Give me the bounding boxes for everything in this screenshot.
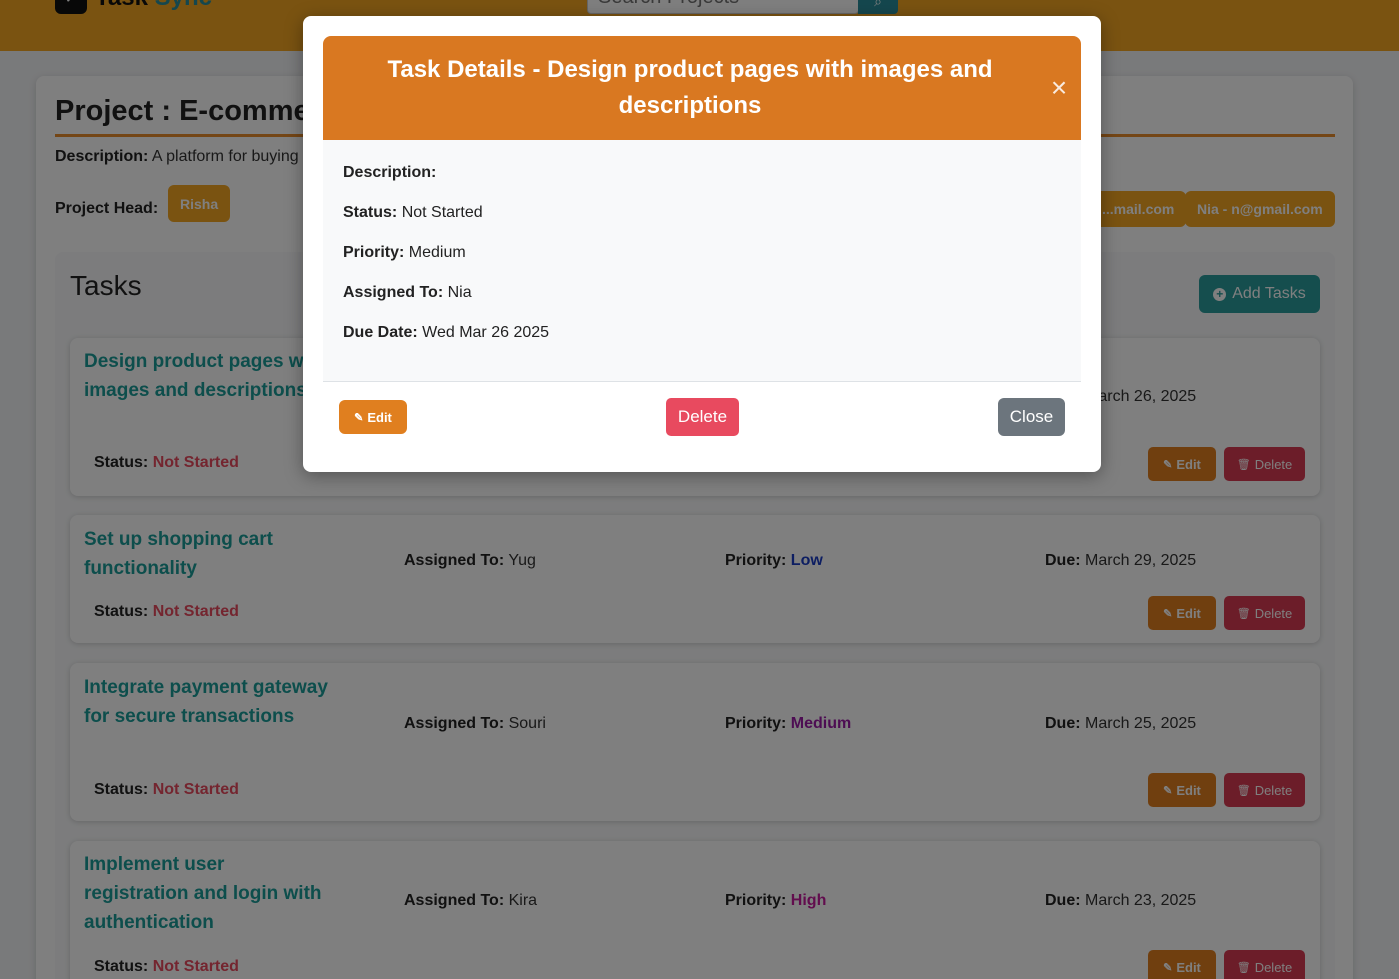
modal-title: Task Details - Design product pages with… — [387, 56, 993, 119]
modal-due-date: Due Date: Wed Mar 26 2025 — [343, 324, 550, 341]
close-icon[interactable]: × — [1045, 74, 1073, 102]
modal-description: Description: — [343, 164, 437, 181]
modal-footer-divider — [323, 381, 1081, 382]
modal-delete-button[interactable]: Delete — [666, 398, 739, 436]
edit-icon: ✎ — [354, 411, 364, 424]
modal-header: Task Details - Design product pages with… — [323, 36, 1081, 140]
modal-edit-button[interactable]: ✎ Edit — [339, 400, 407, 434]
modal-body: Description: Status: Not Started Priorit… — [323, 140, 1081, 381]
task-details-modal: Task Details - Design product pages with… — [303, 16, 1101, 472]
modal-close-button[interactable]: Close — [998, 398, 1065, 436]
modal-priority: Priority: Medium — [343, 244, 466, 261]
modal-assigned: Assigned To: Nia — [343, 284, 472, 301]
modal-status: Status: Not Started — [343, 204, 483, 221]
